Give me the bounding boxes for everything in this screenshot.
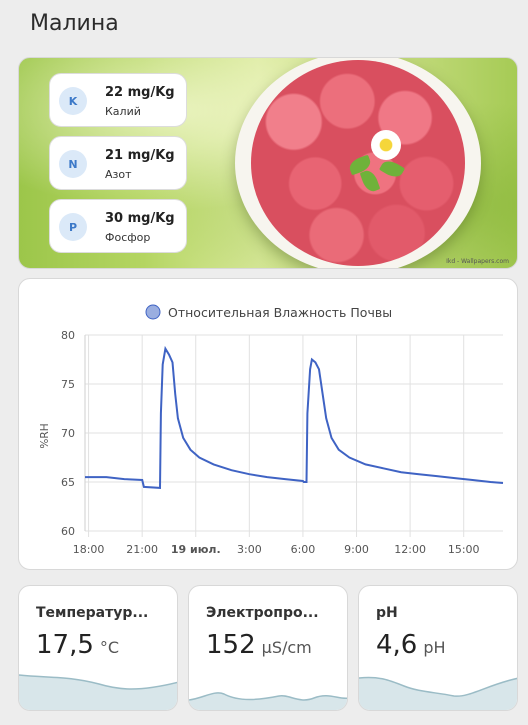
y-tick-label: 60	[61, 525, 75, 538]
ph-sensor-card[interactable]: pH 4,6 pH	[358, 585, 518, 711]
sensor-name: pH	[376, 605, 398, 621]
nutrient-phosphorus[interactable]: P 30 mg/Kg Фосфор	[49, 199, 187, 253]
nitrogen-icon: N	[59, 150, 87, 178]
phosphorus-icon: P	[59, 213, 87, 241]
x-tick-label: 3:00	[237, 543, 262, 556]
nutrient-value: 30 mg/Kg	[105, 211, 175, 226]
plant-picture-card[interactable]: Ikd - Wallpapers.com K 22 mg/Kg Калий N …	[18, 57, 518, 269]
soil-humidity-chart-card[interactable]: 60 65 70 75 80 18:00 21:00 19 июл. 3:00 6:00 9:00…	[18, 278, 518, 570]
conductivity-sparkline	[189, 692, 347, 710]
series-line	[85, 345, 504, 489]
sensor-unit: µS/cm	[261, 638, 312, 657]
y-axis-label: %RH	[39, 423, 51, 448]
sensor-unit: pH	[423, 638, 446, 657]
sensor-name: Электропро...	[206, 605, 319, 621]
x-tick-label: 12:00	[394, 543, 426, 556]
sensor-reading: 4,6	[376, 630, 418, 660]
ph-sparkline	[359, 676, 517, 710]
conductivity-sensor-card[interactable]: Электропро... 152 µS/cm	[188, 585, 348, 711]
sensor-name: Температур...	[36, 605, 149, 621]
x-tick-label: 9:00	[344, 543, 369, 556]
y-axis-ticks: 60 65 70 75 80	[61, 329, 75, 538]
nutrient-name: Калий	[105, 105, 141, 118]
x-tick-label: 21:00	[126, 543, 158, 556]
potassium-icon: K	[59, 87, 87, 115]
nutrient-value: 22 mg/Kg	[105, 85, 175, 100]
sensor-value: 4,6 pH	[376, 630, 446, 660]
nutrient-potassium[interactable]: K 22 mg/Kg Калий	[49, 73, 187, 127]
chart-grid	[84, 334, 503, 537]
nutrient-name: Фосфор	[105, 231, 151, 244]
y-tick-label: 70	[61, 427, 75, 440]
legend-marker[interactable]	[145, 304, 161, 320]
nutrient-value: 21 mg/Kg	[105, 148, 175, 163]
page-title: Малина	[30, 11, 119, 36]
sensor-reading: 17,5	[36, 630, 94, 660]
sensor-value: 17,5 °C	[36, 630, 119, 660]
nutrient-nitrogen[interactable]: N 21 mg/Kg Азот	[49, 136, 187, 190]
sensor-value: 152 µS/cm	[206, 630, 312, 660]
daisy-flower-icon	[371, 130, 401, 160]
x-tick-label: 18:00	[73, 543, 105, 556]
nutrient-name: Азот	[105, 168, 132, 181]
y-tick-label: 75	[61, 378, 75, 391]
x-tick-label: 19 июл.	[171, 543, 221, 556]
legend-label[interactable]: Относительная Влажность Почвы	[168, 305, 392, 320]
temperature-sparkline	[19, 674, 177, 710]
y-tick-label: 80	[61, 329, 75, 342]
image-watermark: Ikd - Wallpapers.com	[446, 258, 509, 265]
sensor-reading: 152	[206, 630, 256, 660]
temperature-sensor-card[interactable]: Температур... 17,5 °C	[18, 585, 178, 711]
x-tick-label: 15:00	[448, 543, 480, 556]
y-tick-label: 65	[61, 476, 75, 489]
x-axis-ticks: 18:00 21:00 19 июл. 3:00 6:00 9:00 12:00 15:00	[73, 543, 480, 556]
sensor-unit: °C	[99, 638, 120, 657]
soil-humidity-chart[interactable]: 60 65 70 75 80 18:00 21:00 19 июл. 3:00 6:00 9:00…	[19, 279, 519, 571]
x-tick-label: 6:00	[291, 543, 316, 556]
